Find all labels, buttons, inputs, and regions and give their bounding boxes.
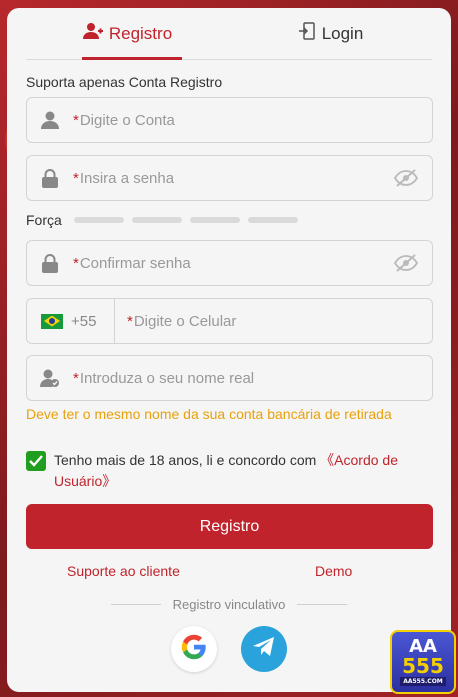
strength-bar [247, 217, 298, 223]
confirm-password-field[interactable]: *Confirmar senha [26, 240, 433, 286]
strength-bar [131, 217, 182, 223]
country-code-selector[interactable]: +55 [27, 299, 115, 343]
tab-bar: Registro Login [26, 8, 432, 60]
brand-logo[interactable]: AA 555 AA555.COM [390, 630, 456, 694]
google-login-button[interactable] [171, 626, 217, 672]
lock-icon [27, 168, 73, 188]
brazil-flag-icon [41, 313, 63, 329]
strength-label: Força [26, 212, 62, 228]
support-label: Suporta apenas Conta Registro [26, 74, 223, 90]
divider-line [297, 604, 347, 605]
active-tab-indicator [82, 57, 182, 60]
real-name-field[interactable]: *Introduza o seu nome real [26, 355, 433, 401]
verified-user-icon [27, 369, 73, 387]
agreement-text: Tenho mais de 18 anos, li e concordo com… [54, 452, 398, 489]
account-placeholder: *Digite o Conta [73, 111, 175, 129]
divider-line [111, 604, 161, 605]
tab-login[interactable]: Login [229, 8, 432, 59]
eye-hidden-icon[interactable] [393, 168, 419, 193]
name-warning: Deve ter o mesmo nome da sua conta bancá… [26, 406, 392, 422]
password-placeholder: *Insira a senha [73, 169, 175, 187]
user-icon [27, 111, 73, 129]
strength-bar [73, 217, 124, 223]
tab-login-label: Login [321, 23, 364, 43]
register-button[interactable]: Registro [26, 504, 433, 549]
country-code: +55 [71, 312, 97, 330]
demo-link[interactable]: Demo [315, 563, 352, 579]
tab-register-label: Registro [108, 23, 173, 43]
login-door-icon [298, 22, 316, 45]
agreement-row: Tenho mais de 18 anos, li e concordo com… [26, 450, 426, 492]
confirm-placeholder: *Confirmar senha [73, 254, 191, 272]
agree-checkbox[interactable] [26, 451, 46, 471]
real-name-placeholder: *Introduza o seu nome real [73, 369, 255, 387]
add-user-icon [82, 22, 103, 45]
tab-register[interactable]: Registro [26, 8, 229, 59]
password-field[interactable]: *Insira a senha [26, 155, 433, 201]
phone-field[interactable]: +55 *Digite o Celular [26, 298, 433, 344]
account-field[interactable]: *Digite o Conta [26, 97, 433, 143]
google-icon [180, 633, 208, 666]
customer-support-link[interactable]: Suporte ao cliente [67, 563, 180, 579]
eye-hidden-icon[interactable] [393, 253, 419, 278]
divider-text: Registro vinculativo [172, 597, 286, 612]
phone-placeholder: *Digite o Celular [127, 312, 237, 330]
telegram-login-button[interactable] [241, 626, 287, 672]
password-strength: Força [26, 212, 298, 228]
register-modal: Registro Login Suporta apenas Conta Regi… [7, 8, 451, 692]
telegram-icon [252, 636, 276, 663]
strength-bar [189, 217, 240, 223]
lock-icon [27, 253, 73, 273]
binding-divider: Registro vinculativo [111, 597, 347, 612]
